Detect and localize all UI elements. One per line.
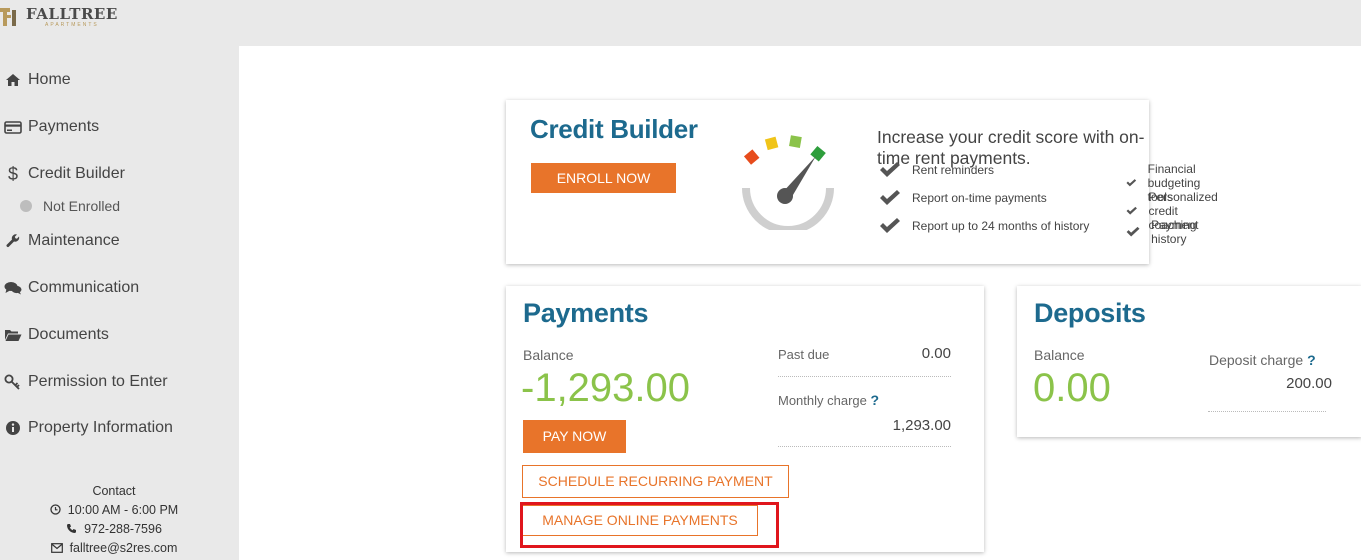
deposits-balance-label: Balance <box>1034 347 1085 363</box>
clock-icon <box>50 504 61 515</box>
contact-hours: 10:00 AM - 6:00 PM <box>0 500 228 519</box>
feature-item: Payment history <box>1126 218 1206 246</box>
sidebar-item-home[interactable]: Home <box>0 66 71 94</box>
deposits-title: Deposits <box>1034 298 1146 328</box>
checkmark-icon <box>880 162 900 177</box>
deposits-balance-amount: 0.00 <box>1033 366 1111 410</box>
deposits-card: Deposits Balance 0.00 Deposit charge ? 2… <box>1017 286 1361 437</box>
payments-balance-label: Balance <box>523 347 574 363</box>
feature-item: Report on-time payments <box>879 190 1047 206</box>
deposit-charge-label: Deposit charge ? <box>1209 352 1316 368</box>
monthly-charge-label: Monthly charge ? <box>778 392 880 408</box>
sidebar-item-label: Payments <box>28 118 100 135</box>
payments-balance-amount: -1,293.00 <box>521 366 691 410</box>
highlight-annotation-box <box>520 502 779 548</box>
past-due-label: Past due <box>778 347 830 362</box>
feature-item: Report up to 24 months of history <box>879 218 1089 234</box>
sidebar-item-label: Permission to Enter <box>28 373 168 390</box>
sidebar-item-label: Property Information <box>28 419 173 436</box>
top-bar: FALLTREE APARTMENTS <box>0 0 1361 46</box>
envelope-icon <box>50 542 63 553</box>
deposit-charge-help-icon[interactable]: ? <box>1307 352 1316 368</box>
divider <box>778 376 951 377</box>
credit-builder-title: Credit Builder <box>530 114 698 144</box>
folder-open-icon <box>0 328 26 342</box>
feature-item: Rent reminders <box>879 162 994 178</box>
checkmark-icon <box>1126 226 1140 237</box>
sidebar-item-label: Communication <box>28 279 140 296</box>
contact-phone[interactable]: 972-288-7596 <box>0 519 228 538</box>
credit-card-icon <box>0 120 26 134</box>
checkmark-icon <box>1126 179 1137 187</box>
brand-name: FALLTREE <box>26 5 118 23</box>
status-dot-icon <box>20 200 32 212</box>
checkmark-icon <box>880 218 900 233</box>
phone-icon <box>67 524 77 534</box>
monthly-charge-amount: 1,293.00 <box>892 417 951 434</box>
sidebar-item-label: Maintenance <box>28 232 120 249</box>
chat-bubbles-icon <box>0 281 26 295</box>
brand-logo[interactable]: FALLTREE APARTMENTS <box>0 6 118 28</box>
divider <box>1208 411 1326 412</box>
past-due-amount: 0.00 <box>921 345 951 362</box>
sidebar-item-label: Documents <box>28 326 109 343</box>
dollar-icon: $ <box>7 163 18 184</box>
sidebar-item-communication[interactable]: Communication <box>0 274 139 302</box>
contact-heading: Contact <box>92 483 136 498</box>
key-icon <box>0 374 26 390</box>
status-text: Not Enrolled <box>43 198 121 214</box>
checkmark-icon <box>880 190 900 205</box>
deposit-charge-amount: 200.00 <box>1286 375 1332 392</box>
sidebar-item-permission-to-enter[interactable]: Permission to Enter <box>0 368 168 396</box>
enroll-now-button[interactable]: ENROLL NOW <box>531 163 676 193</box>
sidebar-item-payments[interactable]: Payments <box>0 113 99 141</box>
credit-gauge-icon <box>742 135 834 230</box>
monthly-charge-help-icon[interactable]: ? <box>871 392 880 408</box>
home-icon <box>0 73 26 87</box>
pay-now-button[interactable]: PAY NOW <box>523 420 626 453</box>
sidebar-item-credit-builder[interactable]: $ Credit Builder <box>0 160 125 188</box>
wrench-icon <box>0 233 26 249</box>
credit-builder-status: Not Enrolled <box>20 198 120 214</box>
info-circle-icon <box>0 420 26 436</box>
sidebar-item-property-information[interactable]: Property Information <box>0 414 173 442</box>
sidebar-item-maintenance[interactable]: Maintenance <box>0 227 120 255</box>
sidebar-item-label: Home <box>28 71 71 88</box>
contact-info: Contact 10:00 AM - 6:00 PM 972-288-7596 … <box>0 481 228 557</box>
sidebar-item-documents[interactable]: Documents <box>0 321 109 349</box>
main-content: Credit Builder ENROLL NOW Increase your … <box>239 46 1361 560</box>
falltree-logo-icon <box>0 6 22 28</box>
checkmark-icon <box>1126 206 1137 215</box>
payments-title: Payments <box>523 298 649 328</box>
schedule-recurring-payment-button[interactable]: SCHEDULE RECURRING PAYMENT <box>522 465 789 498</box>
brand-subtitle: APARTMENTS <box>45 22 99 28</box>
sidebar-item-label: Credit Builder <box>28 165 125 182</box>
contact-email[interactable]: falltree@s2res.com <box>0 538 228 557</box>
credit-builder-card: Credit Builder ENROLL NOW Increase your … <box>506 100 1218 264</box>
divider <box>778 446 951 447</box>
sidebar: Home Payments $ Credit Builder Not Enrol… <box>0 46 239 560</box>
